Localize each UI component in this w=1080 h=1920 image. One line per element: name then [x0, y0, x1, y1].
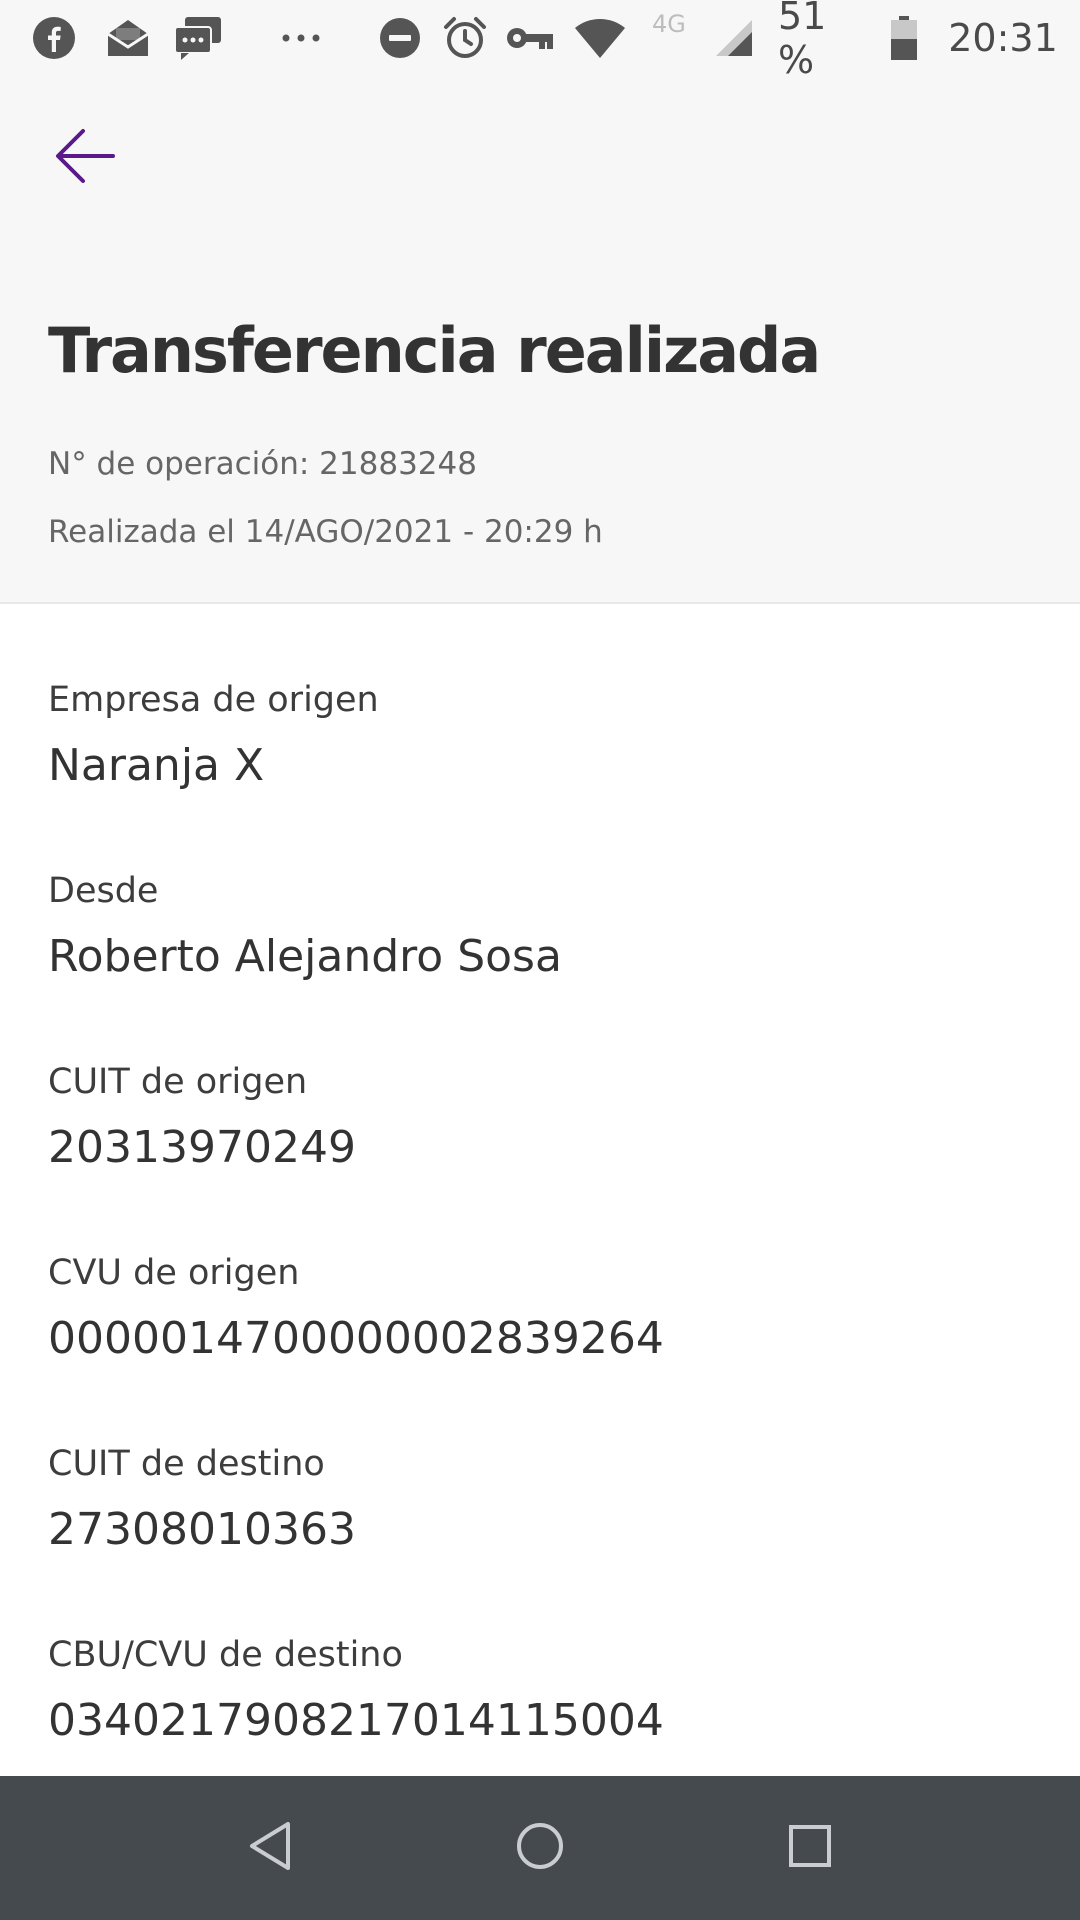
- messages-icon: [170, 0, 226, 76]
- nav-back-icon: [246, 1820, 294, 1876]
- wifi-icon: [570, 0, 630, 76]
- nav-recents-button[interactable]: [738, 1776, 882, 1920]
- detail-label: CUIT de destino: [48, 1444, 325, 1484]
- detail-value: 0340217908217014115004: [48, 1695, 664, 1746]
- detail-item-origin-cvu: CVU de origen 0000014700000002839264: [48, 1251, 1032, 1369]
- network-type-label: 4G: [652, 10, 686, 38]
- detail-value: 0000014700000002839264: [48, 1313, 664, 1364]
- operation-number: N° de operación: 21883248: [48, 446, 477, 482]
- page-title: Transferencia realizada: [48, 314, 821, 387]
- detail-label: CBU/CVU de destino: [48, 1635, 403, 1675]
- battery-percent: 51 %: [778, 0, 827, 82]
- back-button[interactable]: [40, 118, 130, 198]
- detail-item-origin-company: Empresa de origen Naranja X: [48, 678, 1032, 796]
- nav-back-button[interactable]: [198, 1776, 342, 1920]
- operation-date: Realizada el 14/AGO/2021 - 20:29 h: [48, 514, 603, 550]
- detail-item-destination-cbu: CBU/CVU de destino 034021790821701411500…: [48, 1633, 1032, 1751]
- detail-value: 20313970249: [48, 1122, 356, 1173]
- signal-icon: [708, 0, 760, 76]
- detail-label: CUIT de origen: [48, 1062, 308, 1102]
- detail-label: Empresa de origen: [48, 680, 379, 720]
- detail-item-destination-cuit: CUIT de destino 27308010363: [48, 1442, 1032, 1560]
- nav-home-button[interactable]: [468, 1776, 612, 1920]
- more-notifications-icon: [276, 0, 326, 76]
- clock-time: 20:31: [948, 16, 1058, 60]
- arrow-left-icon: [53, 126, 117, 190]
- detail-item-origin-cuit: CUIT de origen 20313970249: [48, 1060, 1032, 1178]
- battery-icon: [884, 0, 924, 76]
- facebook-icon: [28, 0, 80, 76]
- do-not-disturb-icon: [376, 0, 424, 76]
- alarm-icon: [440, 0, 490, 76]
- detail-value: 27308010363: [48, 1504, 356, 1555]
- status-bar: 4G 51 % 20:31: [0, 0, 1080, 82]
- operation-header: Transferencia realizada N° de operación:…: [0, 76, 1080, 604]
- nav-home-icon: [514, 1820, 566, 1876]
- detail-label: CVU de origen: [48, 1253, 300, 1293]
- detail-value: Naranja X: [48, 740, 265, 791]
- detail-value: Roberto Alejandro Sosa: [48, 931, 562, 982]
- vpn-key-icon: [504, 0, 556, 76]
- nav-recents-icon: [787, 1823, 833, 1873]
- detail-item-from: Desde Roberto Alejandro Sosa: [48, 869, 1032, 987]
- detail-label: Desde: [48, 871, 159, 911]
- navigation-bar: [0, 1776, 1080, 1920]
- mail-icon: [100, 0, 156, 76]
